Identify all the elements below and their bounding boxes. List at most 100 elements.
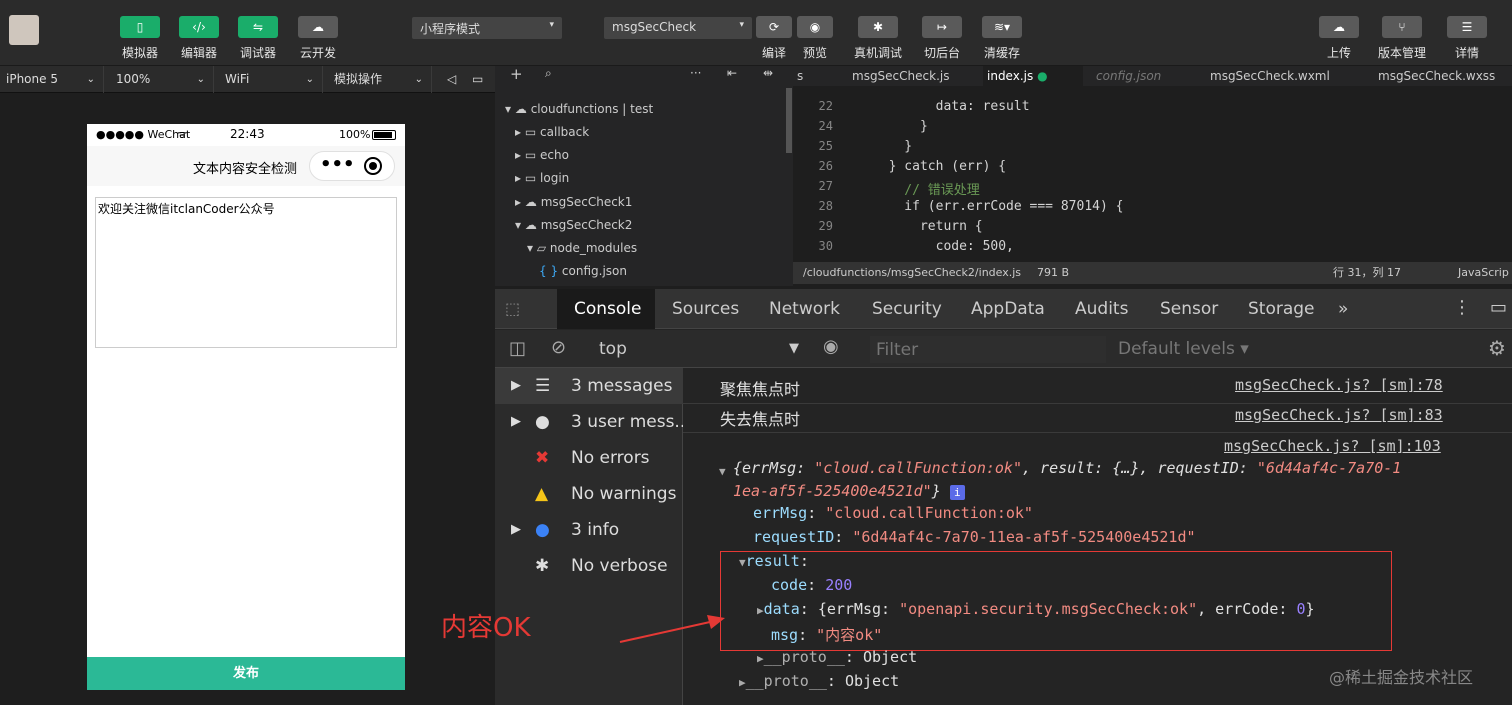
editor-tab-active[interactable]: index.js ●	[983, 66, 1083, 86]
object-summary[interactable]: ▼ {errMsg: "cloud.callFunction:ok", resu…	[719, 459, 1401, 478]
tree-item[interactable]: ▾ ☁ msgSecCheck2	[515, 214, 632, 236]
log-source-link[interactable]: msgSecCheck.js? [sm]:83	[1235, 406, 1443, 424]
eye-icon: ◉	[809, 20, 821, 34]
chevron-right-icon: ▶	[757, 652, 764, 665]
editor-label: 编辑器	[180, 46, 217, 60]
network-select[interactable]: WiFi ⌄	[219, 66, 323, 93]
tab-storage[interactable]: Storage	[1248, 289, 1315, 329]
debugger-label: 调试器	[239, 46, 276, 60]
tree-root[interactable]: ▾ ☁ cloudfunctions | test	[505, 98, 653, 120]
page-title: 文本内容安全检测	[193, 162, 298, 177]
sidebar-warnings[interactable]: ▲ No warnings	[495, 476, 683, 512]
clear-console-icon[interactable]: ⊘	[551, 337, 566, 358]
avatar[interactable]	[9, 15, 39, 45]
cloud-icon: ☁	[312, 20, 324, 34]
log-source-link[interactable]: msgSecCheck.js? [sm]:103	[1224, 437, 1441, 455]
collapse-icon[interactable]: ⇤	[727, 66, 737, 80]
log-message: 聚焦焦点时	[720, 380, 801, 399]
chevron-right-icon: ▶	[511, 414, 521, 429]
divider	[683, 403, 1512, 404]
background-button[interactable]: ↦	[922, 16, 962, 38]
file-path: /cloudfunctions/msgSecCheck2/index.js	[803, 266, 1022, 279]
inspect-icon[interactable]: ⬚	[505, 299, 520, 318]
sidebar-errors[interactable]: ✖ No errors	[495, 440, 683, 476]
kebab-menu-icon[interactable]: ⋮	[1453, 297, 1471, 318]
chevron-right-icon: ▸	[515, 195, 522, 209]
tab-network[interactable]: Network	[769, 289, 840, 329]
tree-item[interactable]: { } config.json	[539, 260, 627, 282]
ops-select[interactable]: 模拟操作 ⌄	[328, 66, 432, 93]
editor-tab[interactable]: msgSecCheck.wxml	[1206, 66, 1334, 86]
tree-item[interactable]: ▸ ☁ msgSecCheck1	[515, 191, 632, 213]
cursor-position[interactable]: 行 31，列 17	[1333, 262, 1401, 284]
refresh-icon: ⟳	[768, 20, 780, 34]
phone-nav-bar: 文本内容安全检测 •••	[87, 146, 405, 186]
tree-item[interactable]: ▸ ▭ echo	[515, 144, 569, 166]
tab-sensor[interactable]: Sensor	[1160, 289, 1218, 329]
version-button[interactable]: ⑂	[1382, 16, 1422, 38]
rotate-icon[interactable]: ▭	[472, 66, 483, 93]
zoom-select[interactable]: 100% ⌄	[110, 66, 214, 93]
editor-tab[interactable]: s	[793, 66, 807, 86]
prop-data[interactable]: ▶data: {errMsg: "openapi.security.msgSec…	[757, 600, 1315, 618]
tab-sources[interactable]: Sources	[672, 289, 739, 329]
settings-gear-icon[interactable]: ⚙	[1488, 336, 1506, 360]
prop-proto-inner[interactable]: ▶__proto__: Object	[757, 648, 917, 666]
content-textarea[interactable]: 欢迎关注微信itclanCoder公众号	[95, 197, 397, 348]
tree-item[interactable]: ▸ ▭ callback	[515, 121, 589, 143]
cloud-folder-icon: ☁	[524, 218, 537, 232]
add-icon[interactable]: +	[510, 65, 523, 83]
sidebar-messages[interactable]: ▶ ☰ 3 messages	[495, 368, 683, 404]
levels-select[interactable]: Default levels ▾	[1118, 339, 1249, 359]
sidebar-toggle-icon[interactable]: ◫	[509, 338, 526, 359]
eye-icon[interactable]: ◉	[823, 336, 839, 357]
background-label: 切后台	[923, 46, 960, 60]
mode-select[interactable]: 小程序模式 ▾	[412, 17, 562, 39]
info-badge-icon[interactable]: i	[949, 485, 965, 500]
more-icon[interactable]: ···	[690, 66, 701, 80]
tree-item[interactable]: ▾ ▱ node_modules	[527, 237, 637, 259]
more-tabs[interactable]: »	[1338, 289, 1348, 329]
tab-security[interactable]: Security	[872, 289, 942, 329]
simulator-button[interactable]: ▯	[120, 16, 160, 38]
debugger-button[interactable]: ⇋	[238, 16, 278, 38]
search-icon[interactable]: ⌕	[545, 66, 552, 81]
context-select[interactable]: top ▼	[599, 336, 799, 362]
publish-button[interactable]: 发布	[87, 657, 405, 690]
close-circle-icon[interactable]	[364, 157, 382, 175]
split-icon[interactable]: ⇹	[763, 66, 773, 80]
compile-button[interactable]: ⟳	[756, 16, 792, 38]
tab-appdata[interactable]: AppData	[971, 289, 1045, 329]
sidebar-user-messages[interactable]: ▶ ● 3 user mess...	[495, 404, 691, 440]
more-icon[interactable]: •••	[320, 154, 355, 175]
capsule-menu[interactable]: •••	[309, 151, 395, 181]
editor-tab[interactable]: msgSecCheck.js	[848, 66, 953, 86]
language-mode[interactable]: JavaScrip	[1458, 262, 1509, 284]
filter-input[interactable]	[870, 336, 1106, 363]
tree-scrollbar[interactable]	[786, 88, 792, 153]
dock-icon[interactable]: ▭	[1490, 297, 1507, 318]
editor-button[interactable]: ‹/›	[179, 16, 219, 38]
editor-tab[interactable]: msgSecCheck.wxss	[1374, 66, 1499, 86]
tree-item[interactable]: ▸ ▭ login	[515, 167, 569, 189]
file-tree: + ⌕ ··· ⇤ ⇹ ▾ ☁ cloudfunctions | test ▸ …	[495, 65, 793, 286]
tab-audits[interactable]: Audits	[1075, 289, 1128, 329]
cloud-dev-button[interactable]: ☁	[298, 16, 338, 38]
log-source-link[interactable]: msgSecCheck.js? [sm]:78	[1235, 376, 1443, 394]
editor-tab[interactable]: config.json	[1092, 66, 1165, 86]
clear-cache-button[interactable]: ≋▾	[982, 16, 1022, 38]
prop-proto-outer[interactable]: ▶__proto__: Object	[739, 672, 899, 690]
console-sidebar: ▶ ☰ 3 messages ▶ ● 3 user mess... ✖ No errors…	[495, 368, 691, 705]
details-button[interactable]: ☰	[1447, 16, 1487, 38]
sidebar-info[interactable]: ▶ ● 3 info	[495, 512, 683, 548]
upload-button[interactable]: ☁	[1319, 16, 1359, 38]
prop-result[interactable]: ▼result:	[739, 552, 809, 570]
compile-select[interactable]: msgSecCheck ▾	[604, 17, 752, 39]
remote-debug-button[interactable]: ✱	[858, 16, 898, 38]
device-select[interactable]: iPhone 5 ⌄	[0, 66, 104, 93]
preview-button[interactable]: ◉	[797, 16, 833, 38]
annotation-arrow	[619, 615, 725, 643]
sound-icon[interactable]: ◁	[447, 66, 456, 93]
devtools-tabs: ⬚ Console Sources Network Security AppDa…	[495, 289, 1512, 329]
sidebar-verbose[interactable]: ✱ No verbose	[495, 548, 683, 584]
